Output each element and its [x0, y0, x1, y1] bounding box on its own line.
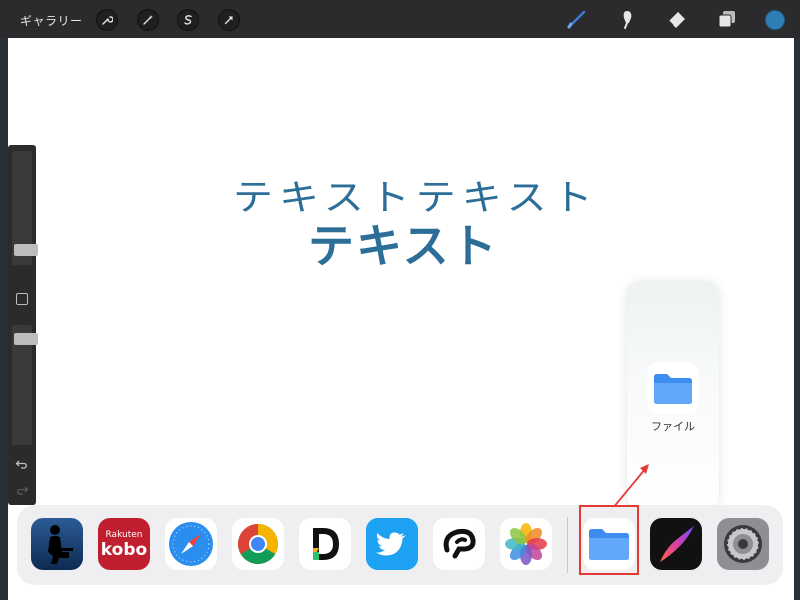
color-picker-button[interactable]: [765, 10, 785, 30]
kobo-line1: Rakuten: [105, 530, 143, 540]
canvas-text-line2: テキスト: [308, 219, 499, 273]
redo-icon[interactable]: [15, 483, 29, 497]
rakuten-kobo-icon[interactable]: Rakuten kobo: [98, 518, 150, 570]
undo-icon[interactable]: [15, 457, 29, 471]
files-app-icon[interactable]: [647, 362, 699, 414]
dock: Rakuten kobo: [17, 505, 783, 585]
gallery-button[interactable]: ギャラリー: [20, 12, 83, 29]
twitter-icon[interactable]: [366, 518, 418, 570]
opacity-thumb[interactable]: [14, 333, 38, 345]
kobo-line2: kobo: [100, 540, 148, 560]
procreate-icon[interactable]: [650, 518, 702, 570]
eraser-icon[interactable]: [666, 8, 688, 30]
chrome-icon[interactable]: [232, 518, 284, 570]
top-toolbar: ギャラリー: [0, 0, 800, 38]
transform-arrow-icon[interactable]: [218, 9, 240, 31]
opacity-slider[interactable]: [12, 325, 38, 445]
brush-size-slider[interactable]: [12, 151, 38, 265]
smudge-icon[interactable]: [616, 8, 638, 30]
left-sidebar: [8, 145, 38, 505]
kindle-icon[interactable]: [31, 518, 83, 570]
layers-icon[interactable]: [716, 8, 738, 30]
highlight-box: [579, 505, 639, 575]
safari-icon[interactable]: [165, 518, 217, 570]
dock-separator: [567, 517, 568, 573]
folder-icon: [654, 374, 692, 404]
day-one-icon[interactable]: [299, 518, 351, 570]
brush-icon[interactable]: [566, 8, 588, 30]
clip-studio-icon[interactable]: [433, 518, 485, 570]
wrench-icon[interactable]: [96, 9, 118, 31]
settings-icon[interactable]: [717, 518, 769, 570]
brush-size-thumb[interactable]: [14, 244, 38, 256]
photos-icon[interactable]: [500, 518, 552, 570]
files-app-label: ファイル: [651, 420, 695, 433]
magic-wand-icon[interactable]: [137, 9, 159, 31]
selection-icon[interactable]: [177, 9, 199, 31]
modify-button[interactable]: [16, 293, 28, 305]
